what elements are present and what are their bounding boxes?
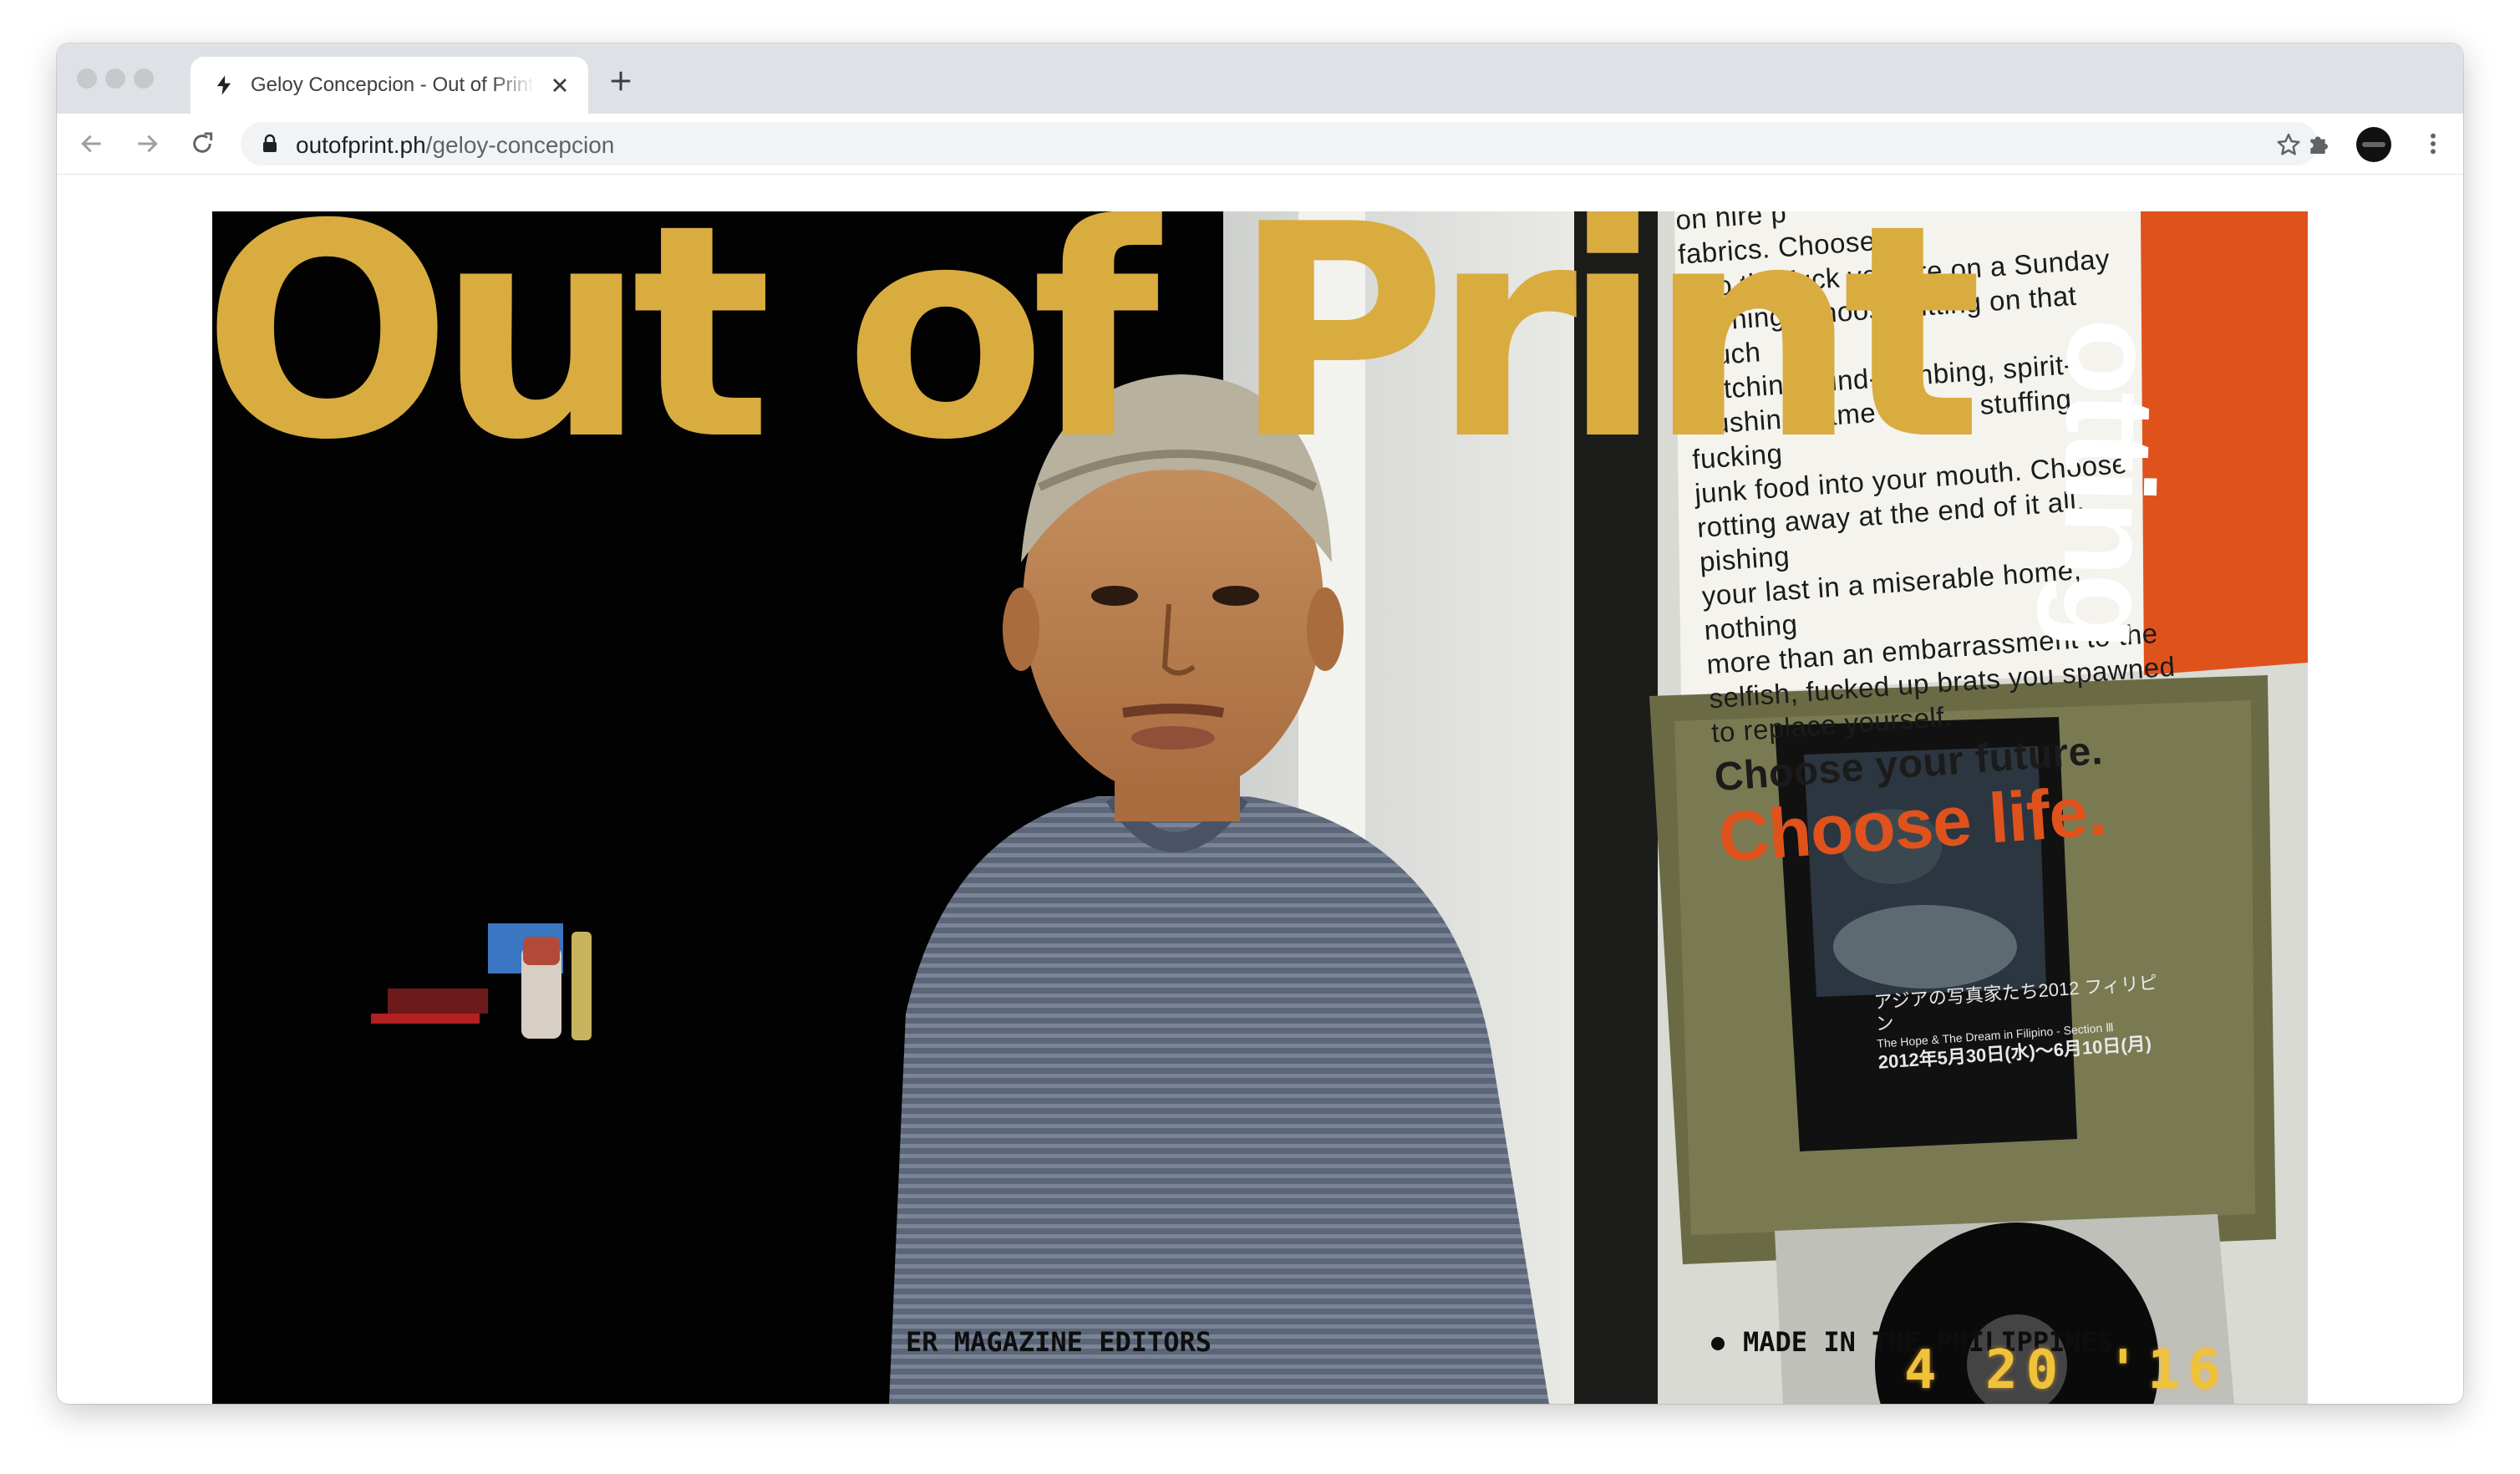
more-menu-icon[interactable] — [2425, 130, 2441, 157]
page-viewport: on hire p fabrics. Choose DI who the fuc… — [57, 175, 2463, 1404]
lightning-bolt-icon — [216, 75, 231, 95]
reload-icon[interactable] — [189, 130, 216, 157]
close-tab-icon[interactable] — [548, 74, 572, 97]
window-zoom-button[interactable] — [134, 69, 154, 89]
lock-icon — [263, 134, 277, 152]
browser-tab[interactable]: Geloy Concepcion - Out of Print — [191, 57, 588, 114]
url-text: outofprint.ph/geloy-concepcion — [296, 132, 615, 158]
new-tab-icon[interactable] — [608, 69, 633, 94]
bookmark-star-icon[interactable] — [2276, 132, 2301, 157]
browser-toolbar: outofprint.ph/geloy-concepcion — [57, 114, 2463, 175]
hero-photo: on hire p fabrics. Choose DI who the fuc… — [212, 211, 2308, 1404]
profile-avatar[interactable] — [2356, 127, 2391, 162]
address-bar[interactable]: outofprint.ph/geloy-concepcion — [241, 122, 2318, 165]
avatar-logo — [2362, 142, 2385, 147]
ticker-left-text: ER MAGAZINE EDITORS — [906, 1326, 1212, 1358]
extensions-puzzle-icon[interactable] — [2306, 130, 2333, 157]
orange-poster-word: otting — [2036, 318, 2183, 648]
tab-strip: Geloy Concepcion - Out of Print — [57, 43, 2463, 114]
window-minimize-button[interactable] — [105, 69, 125, 89]
site-logo[interactable]: Out of Print — [212, 211, 1983, 480]
back-arrow-icon[interactable] — [79, 130, 105, 157]
film-date-stamp: 4 20 '16 — [1904, 1339, 2229, 1401]
window-close-button[interactable] — [77, 69, 97, 89]
browser-window: Geloy Concepcion - Out of Print outofpri… — [57, 43, 2463, 1404]
tab-title: Geloy Concepcion - Out of Print — [251, 74, 534, 96]
ticker-bullet — [1711, 1337, 1725, 1350]
ticker-left: ER MAGAZINE EDITORS — [906, 1326, 1212, 1358]
forward-arrow-icon[interactable] — [134, 130, 160, 157]
